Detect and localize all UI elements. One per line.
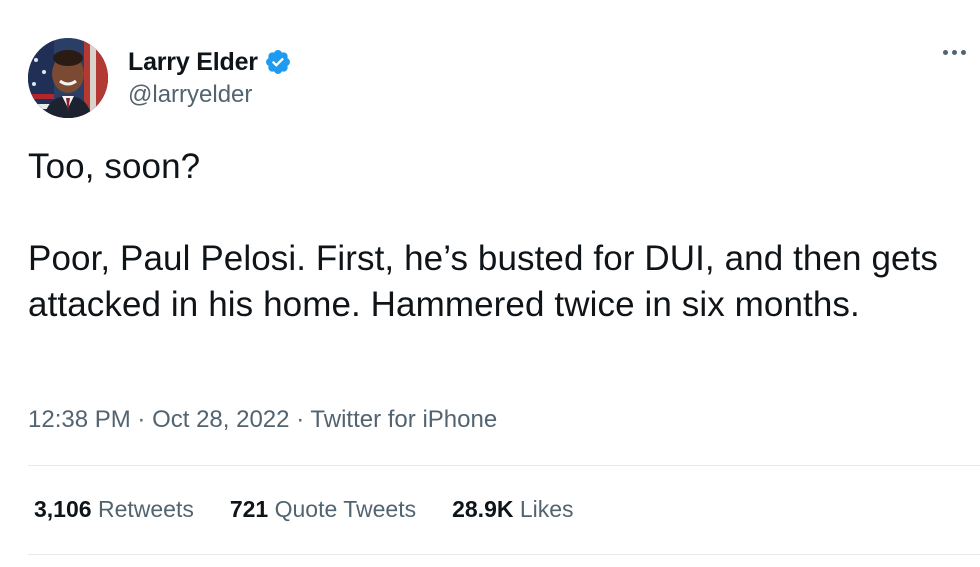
avatar-photo-icon xyxy=(28,38,108,118)
tweet-line: Poor, Paul Pelosi. First, he’s busted fo… xyxy=(28,239,939,324)
more-options-icon[interactable] xyxy=(943,50,966,55)
likes-label: Likes xyxy=(519,496,574,522)
quote-tweets-count: 721 xyxy=(229,496,269,522)
tweet-card: Larry Elder @larryelder Too, soon? Poor,… xyxy=(0,0,980,567)
likes-stat[interactable]: 28.9K Likes xyxy=(452,496,573,523)
quote-tweets-label: Quote Tweets xyxy=(274,496,417,522)
divider xyxy=(28,554,980,555)
retweets-count: 3,106 xyxy=(34,496,92,522)
tweet-line: Too, soon? xyxy=(28,147,201,186)
tweet-date: Oct 28, 2022 xyxy=(152,406,290,433)
likes-count: 28.9K xyxy=(452,496,514,522)
verified-badge-icon xyxy=(264,48,292,76)
tweet-header: Larry Elder @larryelder xyxy=(28,38,292,118)
retweets-label: Retweets xyxy=(97,496,194,522)
author-handle[interactable]: @larryelder xyxy=(128,81,292,109)
quote-tweets-stat[interactable]: 721 Quote Tweets xyxy=(230,496,416,523)
tweet-source-link[interactable]: Twitter for iPhone xyxy=(310,406,497,433)
author-info: Larry Elder @larryelder xyxy=(128,48,292,109)
tweet-text: Too, soon? Poor, Paul Pelosi. First, he’… xyxy=(28,144,958,328)
more-dot xyxy=(943,50,948,55)
more-dot xyxy=(961,50,966,55)
retweets-stat[interactable]: 3,106 Retweets xyxy=(34,496,194,523)
tweet-time: 12:38 PM xyxy=(28,406,131,433)
more-dot xyxy=(952,50,957,55)
author-display-name[interactable]: Larry Elder xyxy=(128,48,258,77)
tweet-stats: 3,106 Retweets 721 Quote Tweets 28.9K Li… xyxy=(34,496,610,523)
name-row: Larry Elder xyxy=(128,48,292,77)
divider xyxy=(28,465,980,466)
meta-separator: · xyxy=(296,406,305,433)
tweet-time-link[interactable]: 12:38 PM · Oct 28, 2022 xyxy=(28,406,290,433)
avatar[interactable] xyxy=(28,38,108,118)
tweet-meta: 12:38 PM · Oct 28, 2022 · Twitter for iP… xyxy=(28,406,497,434)
meta-separator: · xyxy=(137,406,146,433)
